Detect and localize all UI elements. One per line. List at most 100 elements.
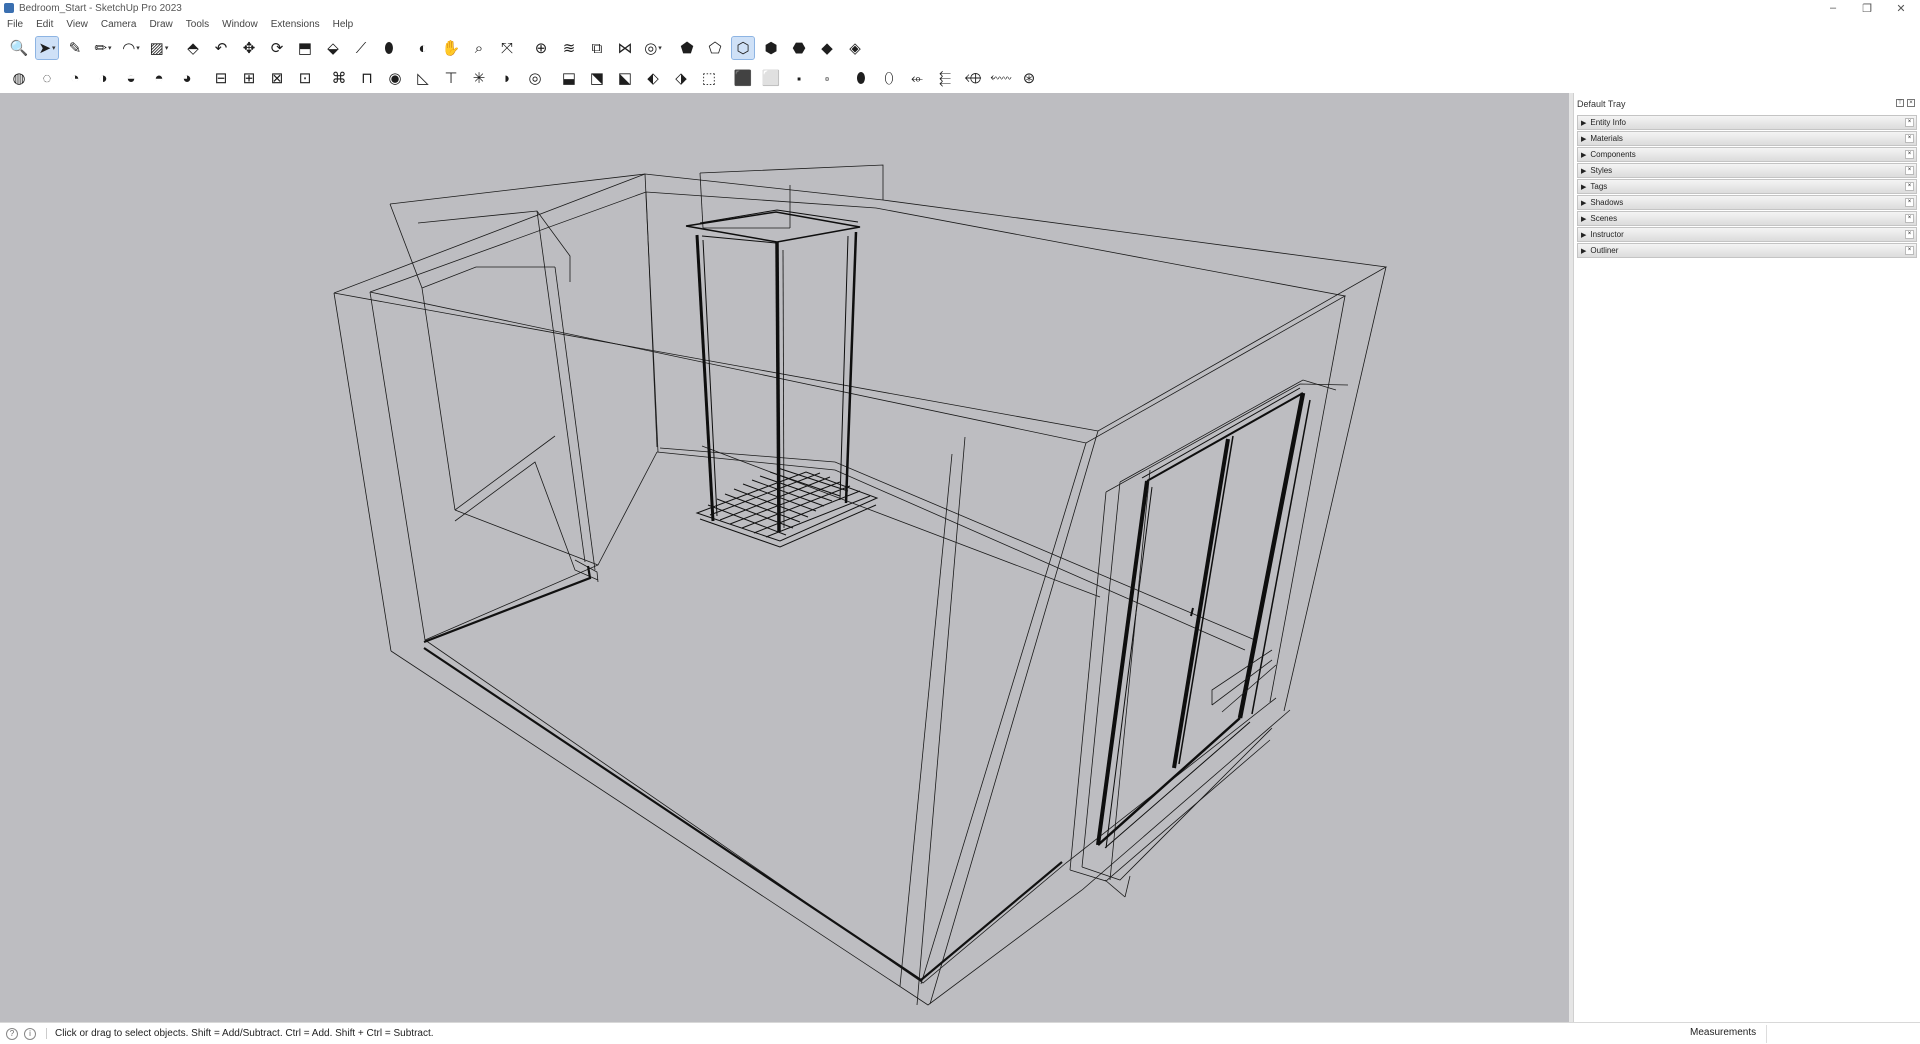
top-view-icon[interactable]: ⬔ xyxy=(586,67,608,89)
rotate-icon[interactable]: ⟳ xyxy=(266,37,288,59)
left-view-icon[interactable]: ⬚ xyxy=(698,67,720,89)
panel-close-icon[interactable]: × xyxy=(1905,198,1914,207)
menu-draw[interactable]: Draw xyxy=(149,19,172,30)
sandbox-scratch-icon[interactable]: ⊓ xyxy=(356,67,378,89)
panel-shadows[interactable]: ▶ Shadows × xyxy=(1577,195,1917,210)
expand-arrow-icon[interactable]: ▶ xyxy=(1581,151,1586,159)
expand-arrow-icon[interactable]: ▶ xyxy=(1581,167,1586,175)
credits-icon[interactable]: i xyxy=(24,1027,36,1040)
geolocation-icon[interactable]: ? xyxy=(6,1027,18,1040)
lock-icon[interactable]: ⊡ xyxy=(294,67,316,89)
move-icon[interactable]: ✥ xyxy=(238,37,260,59)
expand-arrow-icon[interactable]: ▶ xyxy=(1581,247,1586,255)
sandbox-flip-edge-icon[interactable]: ◗ xyxy=(496,67,518,89)
panel-materials[interactable]: ▶ Materials × xyxy=(1577,131,1917,146)
solid-trim-icon[interactable]: ◔ xyxy=(64,67,86,89)
expand-arrow-icon[interactable]: ▶ xyxy=(1581,119,1586,127)
layout-icon[interactable]: ⧉ xyxy=(586,37,608,59)
panel-entity-info[interactable]: ▶ Entity Info × xyxy=(1577,115,1917,130)
zoom-icon[interactable]: 🔍 xyxy=(8,37,30,59)
account-icon[interactable]: ◎ ▾ xyxy=(642,37,664,59)
push-pull-icon[interactable]: ⬘ xyxy=(182,37,204,59)
solid-outer-shell-icon[interactable]: ◒ xyxy=(120,67,142,89)
hidden-line-icon[interactable]: ⬢ xyxy=(760,37,782,59)
sandbox-smoove-icon[interactable]: ◉ xyxy=(384,67,406,89)
menu-extensions[interactable]: Extensions xyxy=(271,19,320,30)
extension-warehouse-icon[interactable]: ≋ xyxy=(558,37,580,59)
panel-tags[interactable]: ▶ Tags × xyxy=(1577,179,1917,194)
solid-subtract-icon[interactable]: ◌ xyxy=(36,67,58,89)
shaded-icon[interactable]: ⬣ xyxy=(788,37,810,59)
sandbox-slope-icon[interactable]: ◎ xyxy=(524,67,546,89)
warehouse-icon[interactable]: ⊕ xyxy=(530,37,552,59)
panel-outliner[interactable]: ▶ Outliner × xyxy=(1577,243,1917,258)
line-icon[interactable]: ✏ ▾ xyxy=(92,37,114,59)
panel-close-icon[interactable]: × xyxy=(1905,166,1914,175)
tape-measure-icon[interactable]: ⟋ xyxy=(350,37,372,59)
sandbox-add-detail-icon[interactable]: ✳ xyxy=(468,67,490,89)
zoom-extents-icon[interactable]: ⤧ xyxy=(496,37,518,59)
eraser-icon[interactable]: ✎ xyxy=(64,37,86,59)
walk-icon[interactable]: ⬯ xyxy=(878,67,900,89)
wireframe-icon[interactable]: ⬡ xyxy=(731,36,755,60)
solid-inspector-icon[interactable]: ◕ xyxy=(176,67,198,89)
scale-icon[interactable]: ⬒ xyxy=(294,37,316,59)
section-plane-icon[interactable]: ⊟ xyxy=(210,67,232,89)
follow-me-icon[interactable]: ⬙ xyxy=(322,37,344,59)
panel-scenes[interactable]: ▶ Scenes × xyxy=(1577,211,1917,226)
look-around-icon[interactable]: ⬰ xyxy=(906,67,928,89)
back-edges-icon[interactable]: ⬠ xyxy=(704,37,726,59)
close-button[interactable]: ✕ xyxy=(1884,0,1918,16)
xray-icon[interactable]: ⬟ xyxy=(676,37,698,59)
solid-split-icon[interactable]: ◓ xyxy=(148,67,170,89)
expand-arrow-icon[interactable]: ▶ xyxy=(1581,135,1586,143)
expand-arrow-icon[interactable]: ▶ xyxy=(1581,183,1586,191)
shaded-textures-icon[interactable]: ◆ xyxy=(816,37,838,59)
menu-window[interactable]: Window xyxy=(222,19,258,30)
menu-tools[interactable]: Tools xyxy=(186,19,209,30)
expand-arrow-icon[interactable]: ▶ xyxy=(1581,231,1586,239)
parallel-projection-icon[interactable]: ⬜ xyxy=(760,67,782,89)
styles-icon[interactable]: ⬳ xyxy=(990,67,1012,89)
restore-button[interactable]: ❐ xyxy=(1850,0,1884,16)
sandbox-stamp-icon[interactable]: ◺ xyxy=(412,67,434,89)
expand-arrow-icon[interactable]: ▶ xyxy=(1581,199,1586,207)
sandbox-drape-icon[interactable]: ⊤ xyxy=(440,67,462,89)
menu-help[interactable]: Help xyxy=(333,19,354,30)
iso-view-icon[interactable]: ⬓ xyxy=(558,67,580,89)
paint-bucket-icon[interactable]: ⬮ xyxy=(378,37,400,59)
section-fill-icon[interactable]: ⊠ xyxy=(266,67,288,89)
monochrome-icon[interactable]: ◈ xyxy=(844,37,866,59)
panel-close-icon[interactable]: × xyxy=(1905,150,1914,159)
trimble-connect-icon[interactable]: ⋈ xyxy=(614,37,636,59)
menu-camera[interactable]: Camera xyxy=(101,19,137,30)
match-photo-icon[interactable]: ⬲ xyxy=(962,67,984,89)
offset-icon[interactable]: ↶ xyxy=(210,37,232,59)
right-view-icon[interactable]: ⬖ xyxy=(642,67,664,89)
sandbox-contours-icon[interactable]: ⌘ xyxy=(328,67,350,89)
panel-components[interactable]: ▶ Components × xyxy=(1577,147,1917,162)
orbit-icon[interactable]: ◐ xyxy=(412,37,434,59)
position-camera-icon[interactable]: ⬮ xyxy=(850,67,872,89)
panel-close-icon[interactable]: × xyxy=(1905,230,1914,239)
pan-icon[interactable]: ✋ xyxy=(440,37,462,59)
solid-union-icon[interactable]: ◍ xyxy=(8,67,30,89)
rectangle-icon[interactable]: ▨ ▾ xyxy=(148,37,170,59)
panel-close-icon[interactable]: × xyxy=(1905,214,1914,223)
model-viewport[interactable] xyxy=(0,93,1569,1022)
section-cuts-icon[interactable]: ⊞ xyxy=(238,67,260,89)
menu-view[interactable]: View xyxy=(66,19,88,30)
panel-close-icon[interactable]: × xyxy=(1905,118,1914,127)
panel-close-icon[interactable]: × xyxy=(1905,182,1914,191)
arc-icon[interactable]: ◠ ▾ xyxy=(120,37,142,59)
back-view-icon[interactable]: ⬗ xyxy=(670,67,692,89)
menu-file[interactable]: File xyxy=(7,19,23,30)
panel-styles[interactable]: ▶ Styles × xyxy=(1577,163,1917,178)
solid-intersect-icon[interactable]: ◑ xyxy=(92,67,114,89)
dynamic-components-icon[interactable]: ⊛ xyxy=(1018,67,1040,89)
texture-position-icon[interactable]: ⬱ xyxy=(934,67,956,89)
two-point-icon[interactable]: ⬞ xyxy=(816,67,838,89)
zoom-tool-icon[interactable]: ⌕ xyxy=(468,37,490,59)
panel-instructor[interactable]: ▶ Instructor × xyxy=(1577,227,1917,242)
tray-close-icon[interactable]: × xyxy=(1907,99,1915,107)
